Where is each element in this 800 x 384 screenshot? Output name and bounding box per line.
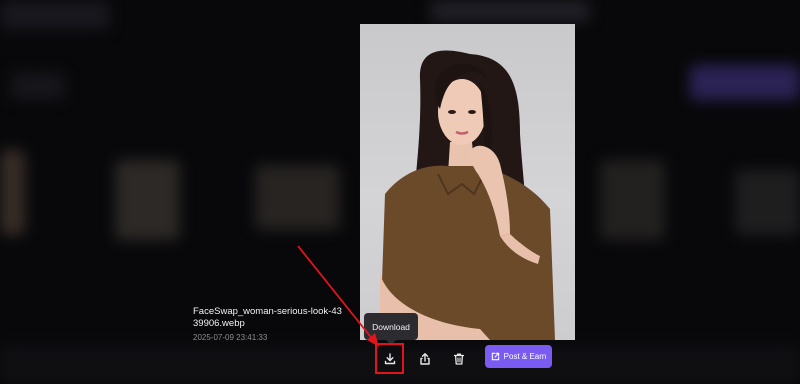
preview-image <box>360 24 575 340</box>
woman-portrait-image <box>380 50 555 340</box>
file-date: 2025-07-09 23:41:33 <box>193 333 268 342</box>
download-icon <box>384 352 395 364</box>
post-and-earn-button[interactable]: Post & Earn <box>485 345 552 368</box>
share-icon <box>420 353 430 365</box>
preview-toolbar: Post & Earn <box>0 343 800 374</box>
trash-icon <box>453 353 465 365</box>
external-link-icon <box>491 352 499 361</box>
post-and-earn-label: Post & Earn <box>503 352 547 361</box>
file-info: FaceSwap_woman-serious-look-4339906.webp… <box>193 306 343 343</box>
share-button[interactable] <box>412 346 438 372</box>
delete-button[interactable] <box>446 346 472 372</box>
tooltip-label: Download <box>372 321 410 332</box>
download-button[interactable] <box>375 343 404 374</box>
file-name: FaceSwap_woman-serious-look-4339906.webp <box>193 306 342 329</box>
download-tooltip: Download <box>364 313 418 345</box>
